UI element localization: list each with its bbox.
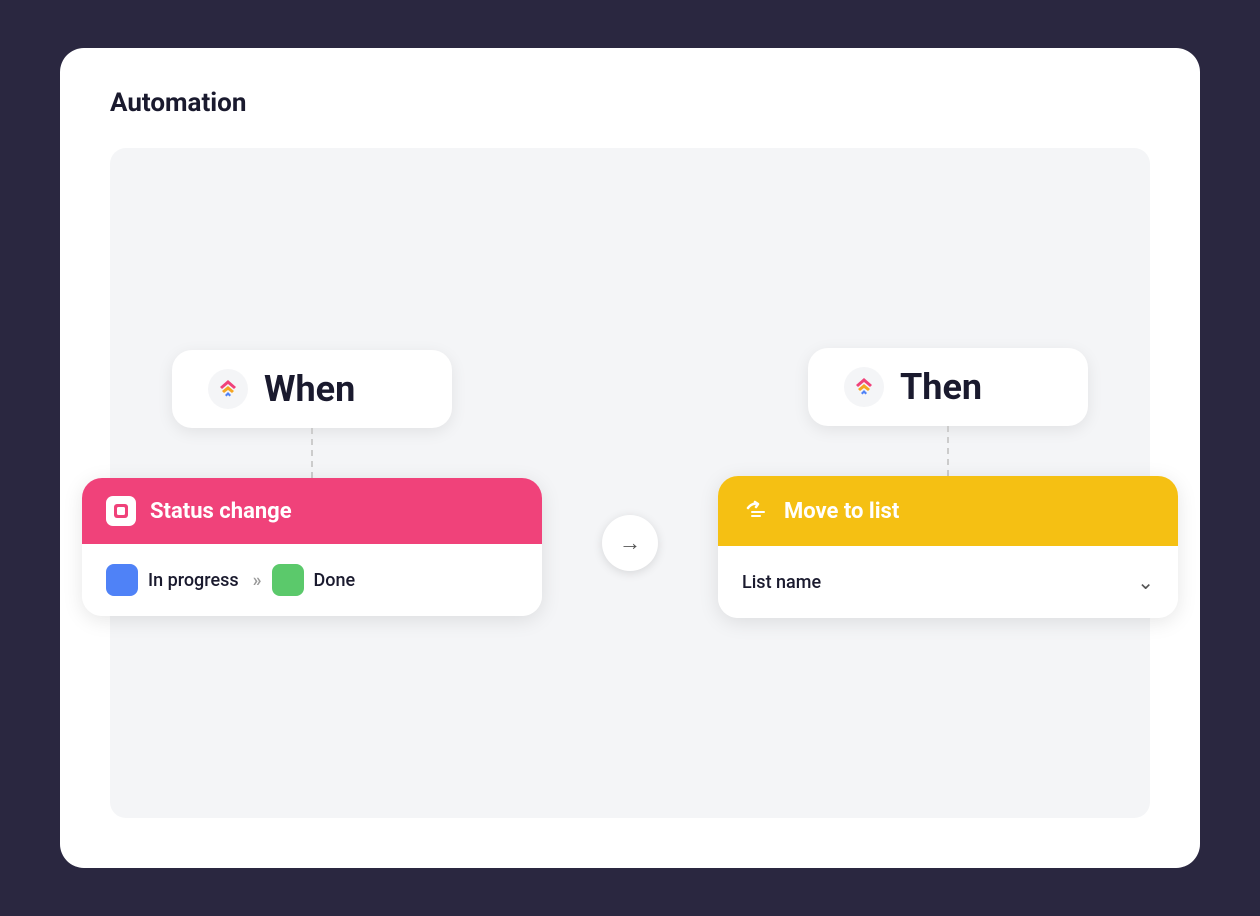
when-label: When <box>264 368 355 410</box>
when-logo-icon <box>208 369 248 409</box>
status-flow: In progress » Done <box>106 564 518 596</box>
from-status-dot <box>106 564 138 596</box>
chevron-down-icon: ⌄ <box>1137 570 1154 594</box>
then-label: Then <box>900 366 982 408</box>
then-action-body: List name ⌄ <box>718 546 1178 618</box>
status-change-icon <box>106 496 136 526</box>
when-column: When Status change <box>82 350 542 616</box>
when-action-header: Status change <box>82 478 542 544</box>
when-action-card[interactable]: Status change In progress » Done <box>82 478 542 616</box>
arrow-symbol: → <box>619 530 641 556</box>
to-status-badge: Done <box>272 564 356 596</box>
main-card: Automation When <box>60 48 1200 868</box>
to-status-dot <box>272 564 304 596</box>
from-status-badge: In progress <box>106 564 239 596</box>
then-column: Then Move to list <box>718 348 1178 618</box>
canvas-area: When Status change <box>110 148 1150 818</box>
when-action-label: Status change <box>150 499 292 524</box>
then-action-card[interactable]: Move to list List name ⌄ <box>718 476 1178 618</box>
to-status-label: Done <box>314 570 356 591</box>
when-connector <box>311 428 313 478</box>
arrow-circle: → <box>602 515 658 571</box>
then-logo-icon <box>844 367 884 407</box>
list-name-dropdown[interactable]: List name ⌄ <box>742 566 1154 598</box>
then-header-card[interactable]: Then <box>808 348 1088 426</box>
list-name-label: List name <box>742 572 821 593</box>
then-action-label: Move to list <box>784 499 899 524</box>
move-to-list-icon <box>742 494 770 528</box>
then-connector <box>947 426 949 476</box>
from-status-label: In progress <box>148 570 239 591</box>
when-header-card[interactable]: When <box>172 350 452 428</box>
status-arrow: » <box>253 570 258 591</box>
then-action-header: Move to list <box>718 476 1178 546</box>
flow-arrow-container: → <box>602 515 658 571</box>
flow-container: When Status change <box>82 348 1178 618</box>
page-title: Automation <box>110 88 1150 118</box>
when-action-body: In progress » Done <box>82 544 542 616</box>
